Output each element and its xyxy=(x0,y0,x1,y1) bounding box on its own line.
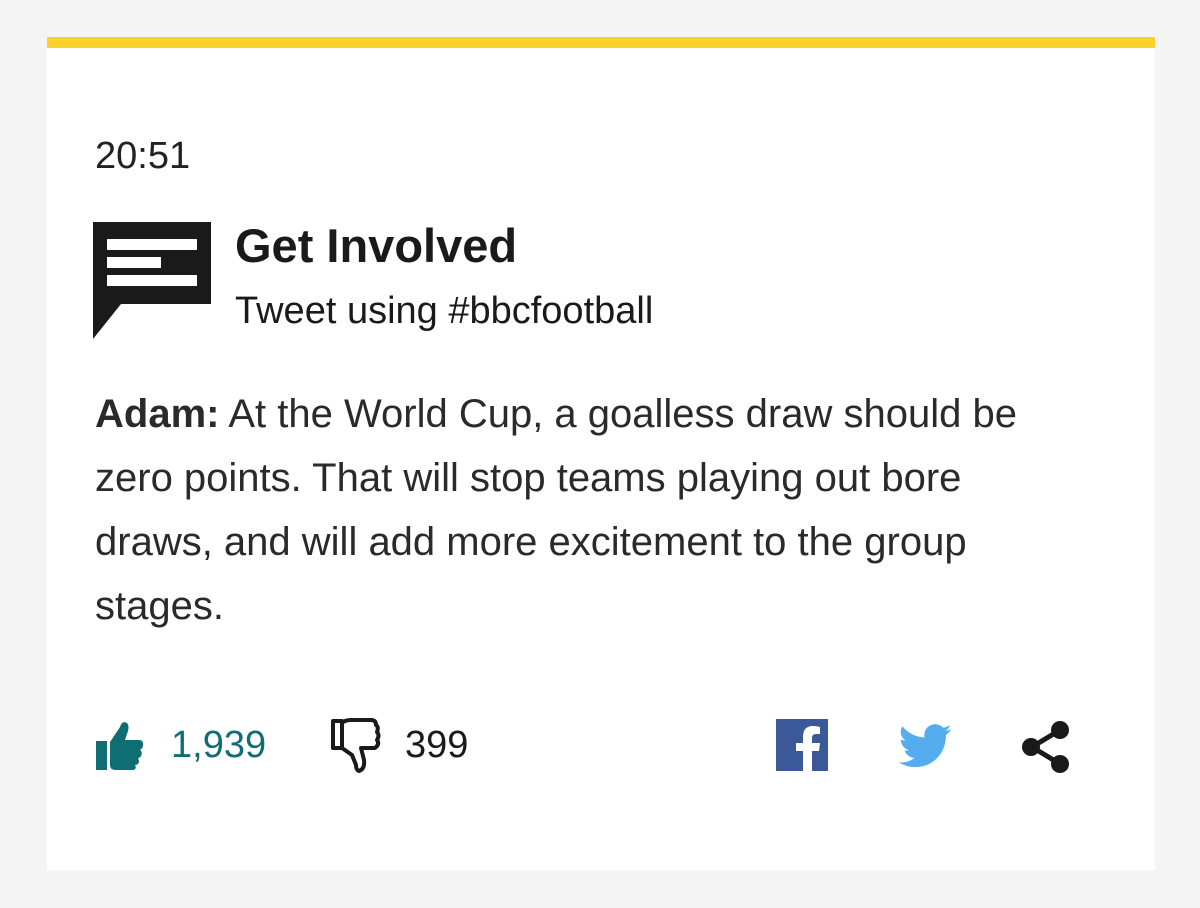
comment-body: Adam: At the World Cup, a goalless draw … xyxy=(95,382,1055,638)
speech-bubble-icon xyxy=(93,222,211,339)
action-bar: 1,939 399 xyxy=(47,708,1155,778)
comment-text: At the World Cup, a goalless draw should… xyxy=(95,392,1017,628)
twitter-icon[interactable] xyxy=(898,724,952,768)
get-involved-card: 20:51 Get Involved Tweet using #bbcfootb… xyxy=(47,37,1155,870)
timestamp: 20:51 xyxy=(95,135,191,177)
share-icon[interactable] xyxy=(1021,720,1071,774)
thumbs-down-icon[interactable] xyxy=(331,718,381,774)
section-title: Get Involved xyxy=(235,219,518,272)
facebook-icon[interactable] xyxy=(776,719,828,771)
comment-author: Adam: xyxy=(95,392,220,436)
thumbs-up-icon[interactable] xyxy=(96,720,144,772)
like-count: 1,939 xyxy=(171,724,267,766)
dislike-count: 399 xyxy=(405,724,469,766)
section-subtitle: Tweet using #bbcfootball xyxy=(235,290,654,332)
